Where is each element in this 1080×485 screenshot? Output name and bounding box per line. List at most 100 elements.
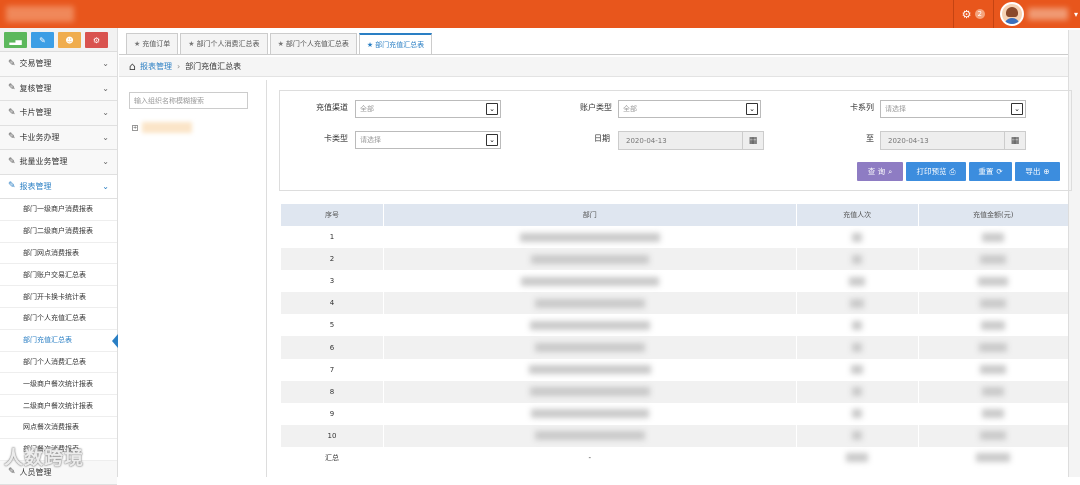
sidebar-subitem[interactable]: 部门个人充值汇总表 — [0, 307, 117, 330]
settings-button[interactable]: ⚙ 2 — [954, 8, 993, 21]
calendar-icon[interactable]: ▦ — [1004, 132, 1025, 149]
tab-recharge-orders[interactable]: ★ 充值订单 — [126, 33, 179, 54]
cell-summary-label: 汇总 — [280, 446, 384, 470]
top-bar: ⚙ 2 ▾ — [0, 0, 1080, 28]
export-button[interactable]: 导出 ⊕ — [1015, 162, 1060, 181]
date-label: 日期 — [594, 134, 610, 143]
sidebar-item-batch[interactable]: ✎ 批量业务管理 ⌄ — [0, 150, 117, 175]
channel-select[interactable]: 全部 ⌄ — [355, 100, 501, 118]
sidebar-subitem[interactable]: 部门账户交易汇总表 — [0, 264, 117, 287]
sidebar-subitem[interactable]: 部门开卡换卡统计表 — [0, 286, 117, 308]
date-to-input[interactable]: 2020-04-13 ▦ — [880, 131, 1026, 150]
cell-amount — [917, 292, 1068, 315]
username[interactable] — [1027, 8, 1068, 20]
edit-icon: ✎ — [8, 156, 16, 167]
account-type-select[interactable]: 全部 ⌄ — [618, 100, 761, 118]
table-row[interactable]: 6 — [280, 336, 1068, 359]
expand-icon[interactable]: + — [132, 124, 138, 131]
table-row[interactable]: 10 — [280, 424, 1068, 447]
cell-dept — [382, 314, 797, 337]
tab-dept-recharge-summary[interactable]: ★ 部门充值汇总表 — [358, 33, 433, 54]
table-row[interactable]: 7 — [280, 358, 1068, 381]
gear-icon: ⚙ — [961, 7, 972, 21]
table-summary-row: 汇总 - — [280, 446, 1068, 470]
breadcrumb-parent[interactable]: 报表管理 — [140, 61, 172, 72]
sidebar-item-label: 卡业务办理 — [19, 132, 60, 142]
card-type-select[interactable]: 请选择 ⌄ — [355, 131, 501, 149]
sidebar-shortcuts: ▂▄ ✎ ☻ ⚙ — [0, 28, 117, 52]
query-button[interactable]: 查 询 ⌕ — [857, 162, 903, 181]
cell-amount — [917, 424, 1068, 447]
cell-dept — [382, 292, 797, 315]
sidebar-subitem[interactable]: 部门二级商户消费报表 — [0, 220, 117, 243]
tree-node[interactable]: + — [132, 122, 192, 133]
cogs-icon[interactable]: ⚙ — [85, 32, 108, 48]
sidebar-item-reports[interactable]: ✎ 报表管理 ⌄ — [0, 174, 117, 199]
cell-dept — [382, 424, 797, 447]
cell-count — [795, 270, 919, 293]
sidebar-item-card-services[interactable]: ✎ 卡业务办理 ⌄ — [0, 125, 117, 150]
chevron-down-icon: ⌄ — [102, 108, 109, 117]
tab-dept-personal-consume[interactable]: ★ 部门个人消费汇总表 — [180, 33, 268, 54]
edit-icon: ✎ — [8, 83, 16, 94]
org-tree-panel: 输入组织名称模糊搜索 + — [119, 80, 267, 477]
card-type-label: 卡类型 — [324, 134, 348, 143]
star-icon: ★ — [277, 40, 284, 48]
sidebar-subitem[interactable]: 网点餐次消费报表 — [0, 416, 117, 439]
tree-node-label[interactable] — [142, 122, 192, 133]
sidebar-item-review[interactable]: ✎ 复核管理 ⌄ — [0, 76, 117, 101]
table-row[interactable]: 1 — [280, 226, 1068, 249]
card-series-label: 卡系列 — [850, 103, 874, 112]
cell-count — [795, 248, 919, 271]
print-preview-button[interactable]: 打印预览 ⎙ — [906, 162, 966, 181]
chevron-down-icon: ⌄ — [486, 103, 498, 115]
reset-button[interactable]: 重置 ⟳ — [969, 162, 1012, 181]
table-row[interactable]: 4 — [280, 292, 1068, 315]
divider — [992, 0, 994, 28]
sidebar-subitem[interactable]: 部门充值汇总表 — [0, 329, 118, 352]
filter-panel: 充值渠道 全部 ⌄ 账户类型 全部 ⌄ 卡系列 请选择 ⌄ 卡类型 请选择 ⌄ … — [279, 90, 1072, 191]
sidebar-subitem[interactable]: 部门网点消费报表 — [0, 242, 117, 265]
sidebar-item-cards[interactable]: ✎ 卡片管理 ⌄ — [0, 101, 117, 126]
cell-count — [795, 336, 919, 359]
tab-dept-personal-recharge[interactable]: ★ 部门个人充值汇总表 — [269, 33, 357, 54]
sidebar-item-label: 交易管理 — [19, 59, 52, 69]
table-row[interactable]: 2 — [280, 248, 1068, 271]
chevron-down-icon: ⌄ — [102, 83, 109, 93]
home-icon[interactable]: ⌂ — [129, 60, 136, 73]
edit-icon: ✎ — [8, 132, 16, 143]
sidebar-subitem[interactable]: 部门个人消费汇总表 — [0, 351, 117, 374]
sidebar-item-transactions[interactable]: ✎ 交易管理 ⌄ — [0, 52, 117, 77]
top-right-area: ⚙ 2 ▾ — [952, 0, 1080, 28]
table-row[interactable]: 9 — [280, 402, 1068, 425]
sidebar-subitem[interactable]: 部门一级商户消费报表 — [0, 199, 117, 221]
cell-seq: 6 — [280, 336, 384, 359]
table-row[interactable]: 8 — [280, 380, 1068, 403]
avatar[interactable] — [999, 2, 1024, 26]
chart-icon[interactable]: ▂▄ — [4, 32, 27, 48]
calendar-icon[interactable]: ▦ — [742, 132, 763, 149]
sidebar-subitem[interactable]: 一级商户餐次统计报表 — [0, 373, 117, 396]
select-value: 请选择 — [885, 105, 906, 113]
sidebar-item-label: 复核管理 — [19, 83, 52, 93]
cell-dept — [382, 226, 797, 249]
column-header-count: 充值人次 — [795, 204, 919, 226]
chevron-down-icon: ⌄ — [102, 181, 109, 191]
cell-amount — [917, 314, 1068, 337]
sidebar: ▂▄ ✎ ☻ ⚙ ✎ 交易管理 ⌄ ✎ 复核管理 ⌄ ✎ 卡片管理 ⌄ ✎ 卡业务办理 ⌄ ✎ 批量业务管… — [0, 28, 118, 485]
column-header-amount: 充值金额(元) — [917, 204, 1068, 226]
cell-count — [795, 292, 919, 315]
org-search-input[interactable]: 输入组织名称模糊搜索 — [129, 92, 248, 109]
account-type-label: 账户类型 — [580, 103, 612, 112]
sidebar-subitem[interactable]: 二级商户餐次统计报表 — [0, 395, 117, 417]
watermark: 人数跨境 — [4, 447, 85, 469]
chevron-down-icon[interactable]: ▾ — [1074, 10, 1078, 19]
date-from-input[interactable]: 2020-04-13 ▦ — [618, 131, 764, 150]
cell-seq: 5 — [280, 314, 384, 337]
card-series-select[interactable]: 请选择 ⌄ — [880, 100, 1026, 118]
users-icon[interactable]: ☻ — [58, 32, 81, 48]
cell-amount — [917, 248, 1068, 271]
table-row[interactable]: 3 — [280, 270, 1068, 293]
pencil-icon[interactable]: ✎ — [31, 32, 54, 48]
table-row[interactable]: 5 — [280, 314, 1068, 337]
